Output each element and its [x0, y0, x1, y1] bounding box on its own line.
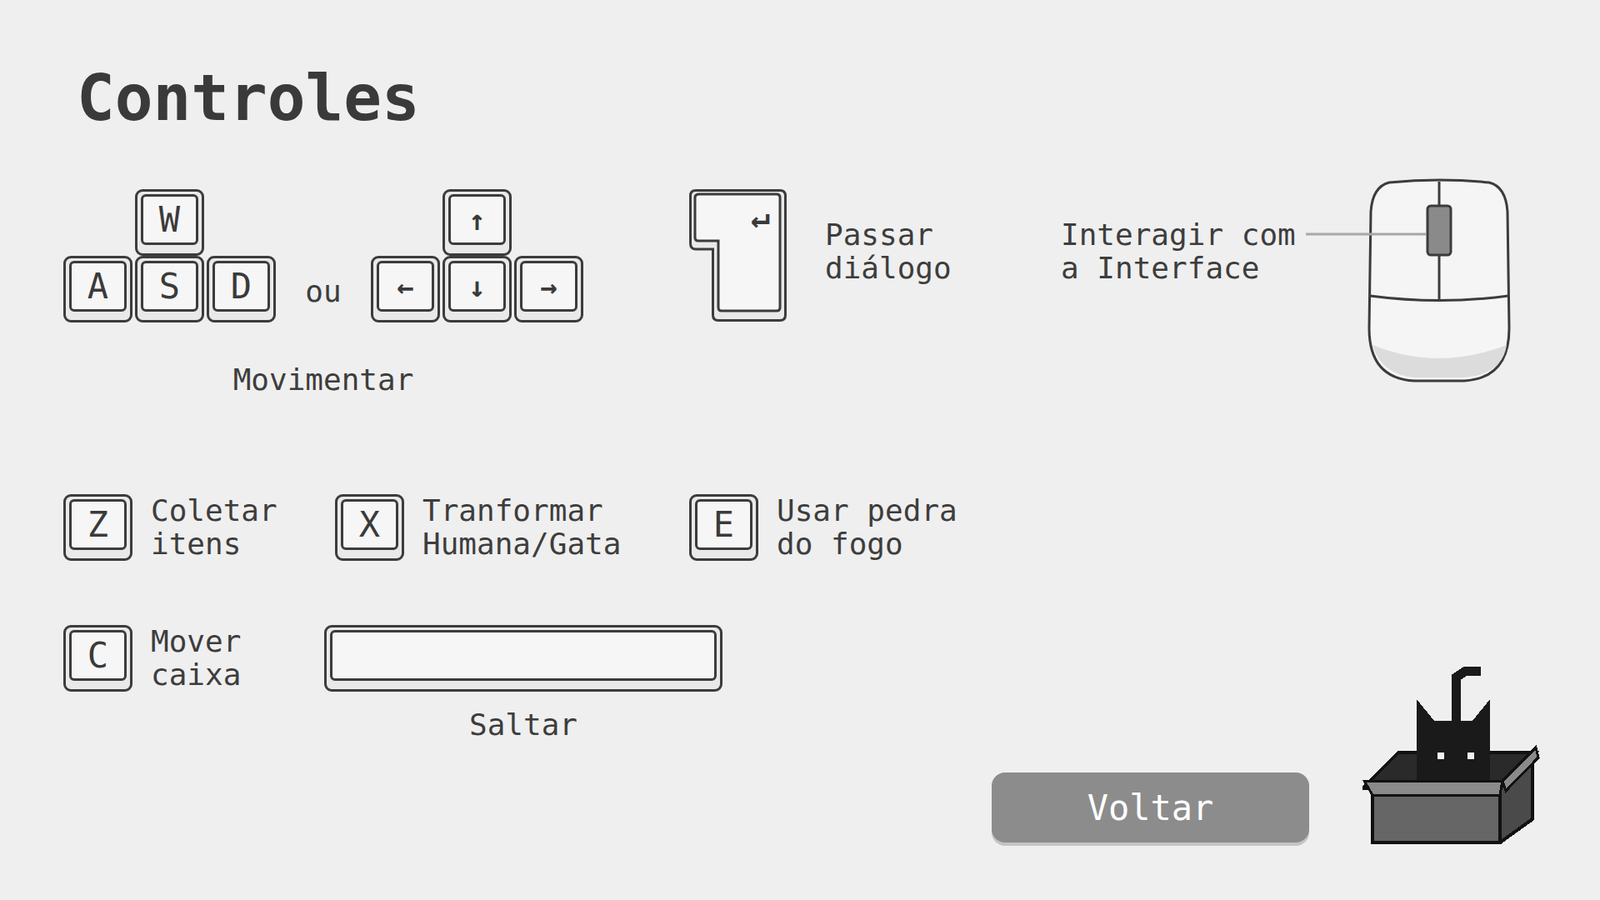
enter-key: ↵ — [689, 189, 787, 322]
action-item: Z Coletaritens — [63, 494, 335, 561]
key: Z — [63, 494, 133, 561]
cat-in-box-icon — [1362, 665, 1541, 845]
arrow-keys: ↑←↓→ — [370, 189, 584, 323]
action-label: TranformarHumana/Gata — [422, 494, 621, 561]
back-button[interactable]: Voltar — [991, 772, 1310, 843]
jump-group: Saltar — [324, 625, 723, 742]
action-label: Movercaixa — [150, 625, 241, 692]
arrow-key: ← — [370, 255, 440, 323]
screen-title: Controles — [76, 66, 1541, 130]
key: W — [135, 189, 205, 256]
key: X — [335, 494, 405, 561]
mouse-label: Interagir coma Interface — [1060, 218, 1296, 285]
key: S — [135, 255, 205, 323]
top-controls-row: WASDou↑←↓→Movimentar↵PassardiálogoIntera… — [63, 178, 1541, 398]
action-item: C Movercaixa — [63, 625, 325, 692]
dialog-group: ↵ Passardiálogo — [689, 189, 1061, 322]
action-item: E Usar pedrado fogo — [689, 494, 958, 561]
key: D — [206, 255, 276, 323]
mouse-group: Interagir coma Interface — [1060, 178, 1512, 384]
action-label: Coletaritens — [150, 494, 278, 561]
action-keys-row: Z Coletaritens X TranformarHumana/Gata E Usar… — [63, 494, 1541, 561]
key: A — [63, 255, 133, 323]
enter-key-icon — [689, 189, 787, 322]
jump-label: Saltar — [469, 708, 578, 742]
controls-screen: ControlesWASDou↑←↓→Movimentar↵Passardiál… — [0, 0, 1600, 900]
arrow-key: ↑ — [442, 189, 512, 256]
action-label: Usar pedrado fogo — [776, 494, 958, 561]
arrow-key: → — [514, 255, 584, 323]
action-item: X TranformarHumana/Gata — [335, 494, 690, 561]
bottom-row: C Movercaixa Saltar Voltar — [63, 625, 1541, 845]
spacebar-key — [324, 625, 723, 692]
wasd-keys: WASD — [63, 189, 276, 323]
movement-label: Movimentar — [63, 362, 584, 398]
separator-text: ou — [275, 255, 371, 323]
mouse-icon — [1305, 178, 1512, 384]
arrow-key: ↓ — [442, 255, 512, 323]
movement-group: WASDou↑←↓→Movimentar — [63, 189, 690, 398]
corner-group: Voltar — [991, 665, 1541, 845]
key: C — [63, 625, 133, 692]
dialog-label: Passardiálogo — [825, 218, 952, 285]
key: E — [689, 494, 759, 561]
